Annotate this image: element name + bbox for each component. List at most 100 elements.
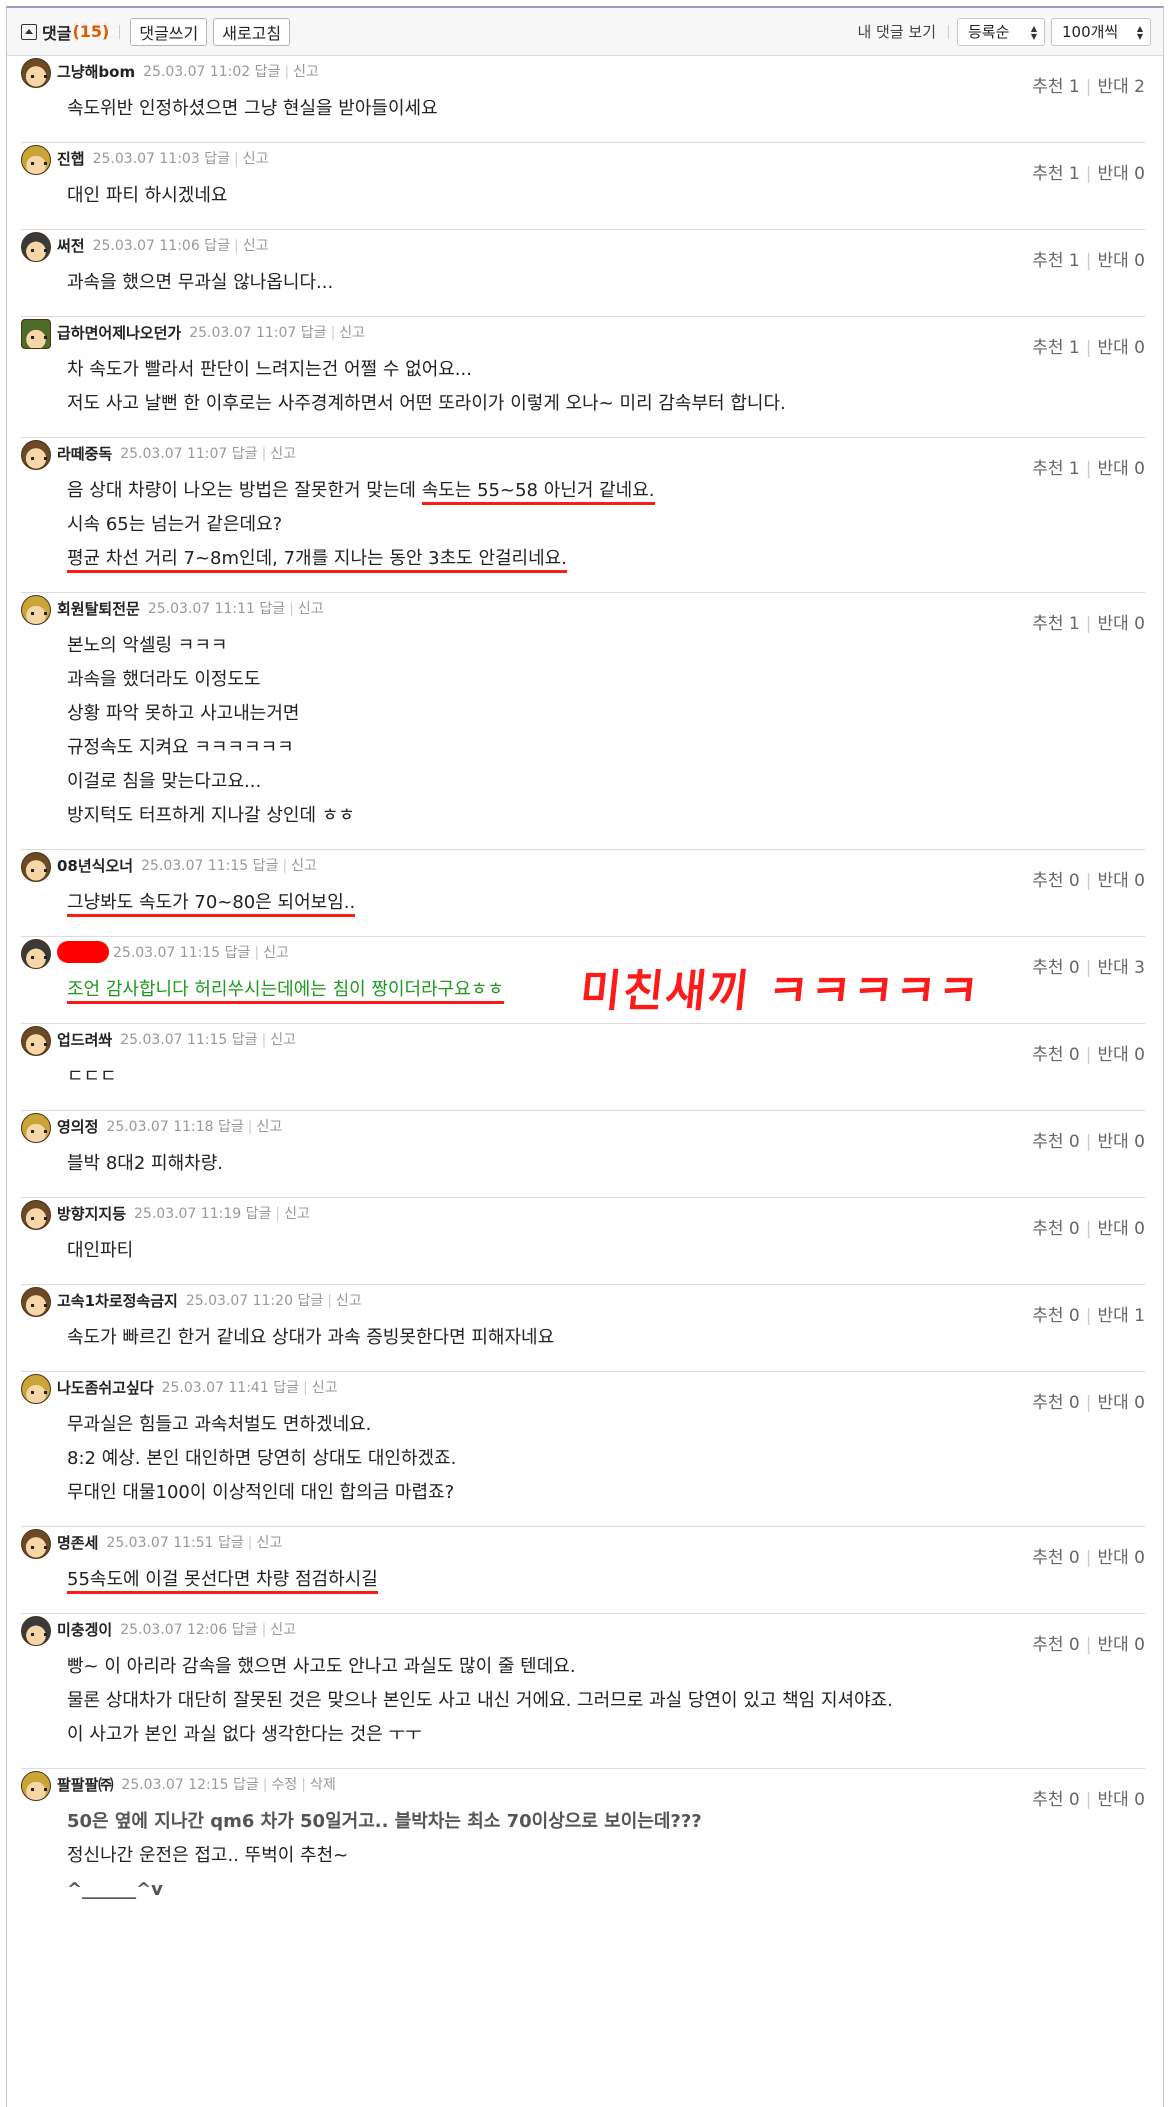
comment-author[interactable]: 그냥해bom	[57, 61, 135, 82]
my-comments-link[interactable]: 내 댓글 보기	[857, 21, 936, 42]
comment-author[interactable]: 08년식오너	[57, 855, 133, 876]
upvote-button[interactable]: 추천 1	[1032, 77, 1080, 97]
avatar[interactable]	[21, 145, 51, 175]
avatar[interactable]	[21, 852, 51, 882]
downvote-button[interactable]: 반대 0	[1097, 1548, 1145, 1568]
upvote-button[interactable]: 추천 1	[1032, 459, 1080, 479]
avatar[interactable]	[21, 1113, 51, 1143]
downvote-button[interactable]: 반대 0	[1097, 338, 1145, 358]
upvote-button[interactable]: 추천 1	[1032, 164, 1080, 184]
downvote-button[interactable]: 반대 0	[1097, 459, 1145, 479]
edit-link[interactable]: 수정	[271, 1777, 297, 1793]
avatar[interactable]	[21, 1200, 51, 1230]
report-link[interactable]: 신고	[336, 1293, 362, 1309]
avatar[interactable]	[21, 319, 51, 349]
comment-author[interactable]: 미충겡이	[57, 1619, 112, 1640]
downvote-button[interactable]: 반대 0	[1097, 251, 1145, 271]
upvote-button[interactable]: 추천 1	[1032, 338, 1080, 358]
comment-author[interactable]: 진햅	[57, 148, 85, 169]
reply-link[interactable]: 답글	[259, 601, 285, 617]
collapse-toggle-icon[interactable]	[21, 23, 37, 40]
upvote-button[interactable]: 추천 0	[1032, 1790, 1080, 1810]
comment-author[interactable]: 영의정	[57, 1116, 98, 1137]
upvote-button[interactable]: 추천 0	[1032, 1635, 1080, 1655]
avatar[interactable]	[21, 1529, 51, 1559]
reply-link[interactable]: 답글	[297, 1293, 323, 1309]
reply-link[interactable]: 답글	[218, 1119, 244, 1135]
upvote-button[interactable]: 추천 0	[1032, 871, 1080, 891]
downvote-button[interactable]: 반대 3	[1097, 958, 1145, 978]
downvote-button[interactable]: 반대 0	[1097, 871, 1145, 891]
reply-link[interactable]: 답글	[204, 238, 230, 254]
report-link[interactable]: 신고	[312, 1380, 338, 1396]
report-link[interactable]: 신고	[293, 64, 319, 80]
report-link[interactable]: 신고	[263, 945, 289, 961]
per-page-select[interactable]: 100개씩 ▲ ▼	[1051, 17, 1151, 46]
upvote-button[interactable]: 추천 0	[1032, 1548, 1080, 1568]
upvote-button[interactable]: 추천 0	[1032, 1393, 1080, 1413]
report-link[interactable]: 신고	[284, 1206, 310, 1222]
upvote-button[interactable]: 추천 1	[1032, 614, 1080, 634]
downvote-button[interactable]: 반대 0	[1097, 164, 1145, 184]
report-link[interactable]: 신고	[291, 858, 317, 874]
report-link[interactable]: 신고	[339, 325, 365, 341]
reply-link[interactable]: 답글	[218, 1535, 244, 1551]
upvote-button[interactable]: 추천 0	[1032, 1045, 1080, 1065]
avatar[interactable]	[21, 1287, 51, 1317]
avatar[interactable]	[21, 58, 51, 88]
downvote-button[interactable]: 반대 2	[1097, 77, 1145, 97]
avatar[interactable]	[21, 939, 51, 969]
downvote-button[interactable]: 반대 0	[1097, 1132, 1145, 1152]
avatar[interactable]	[21, 1771, 51, 1801]
reply-link[interactable]: 답글	[301, 325, 327, 341]
comment-author[interactable]: 써전	[57, 235, 85, 256]
upvote-button[interactable]: 추천 0	[1032, 1219, 1080, 1239]
avatar[interactable]	[21, 595, 51, 625]
report-link[interactable]: 신고	[256, 1119, 282, 1135]
reply-link[interactable]: 답글	[232, 446, 258, 462]
report-link[interactable]: 신고	[270, 1032, 296, 1048]
delete-link[interactable]: 삭제	[310, 1777, 336, 1793]
comment-author[interactable]: 고속1차로정속금지	[57, 1290, 178, 1311]
comment-author[interactable]: 명존세	[57, 1532, 98, 1553]
comment-author[interactable]: 방향지지등	[57, 1203, 126, 1224]
comment-author[interactable]: 급하면어제나오던가	[57, 322, 181, 343]
write-comment-button[interactable]: 댓글쓰기	[130, 17, 208, 46]
comment-author[interactable]: 업드려쏴	[57, 1029, 112, 1050]
downvote-button[interactable]: 반대 1	[1097, 1306, 1145, 1326]
reply-link[interactable]: 답글	[204, 151, 230, 167]
comment-author[interactable]: 회원탈퇴전문	[57, 598, 140, 619]
comment-author[interactable]: 팔팔팔㈜	[57, 1774, 113, 1795]
upvote-button[interactable]: 추천 1	[1032, 251, 1080, 271]
reply-link[interactable]: 답글	[232, 1032, 258, 1048]
downvote-button[interactable]: 반대 0	[1097, 1635, 1145, 1655]
reply-link[interactable]: 답글	[232, 1622, 258, 1638]
report-link[interactable]: 신고	[270, 1622, 296, 1638]
avatar[interactable]	[21, 1026, 51, 1056]
downvote-button[interactable]: 반대 0	[1097, 1790, 1145, 1810]
report-link[interactable]: 신고	[243, 151, 269, 167]
refresh-button[interactable]: 새로고침	[213, 17, 291, 46]
upvote-button[interactable]: 추천 0	[1032, 958, 1080, 978]
avatar[interactable]	[21, 1616, 51, 1646]
downvote-button[interactable]: 반대 0	[1097, 1393, 1145, 1413]
upvote-button[interactable]: 추천 0	[1032, 1132, 1080, 1152]
reply-link[interactable]: 답글	[246, 1206, 272, 1222]
report-link[interactable]: 신고	[270, 446, 296, 462]
downvote-button[interactable]: 반대 0	[1097, 1219, 1145, 1239]
report-link[interactable]: 신고	[243, 238, 269, 254]
reply-link[interactable]: 답글	[255, 64, 281, 80]
avatar[interactable]	[21, 1374, 51, 1404]
report-link[interactable]: 신고	[256, 1535, 282, 1551]
report-link[interactable]: 신고	[298, 601, 324, 617]
comment-author[interactable]: 라떼중독	[57, 443, 112, 464]
reply-link[interactable]: 답글	[253, 858, 279, 874]
downvote-button[interactable]: 반대 0	[1097, 1045, 1145, 1065]
avatar[interactable]	[21, 232, 51, 262]
sort-select[interactable]: 등록순 ▲ ▼	[957, 17, 1045, 46]
upvote-button[interactable]: 추천 0	[1032, 1306, 1080, 1326]
reply-link[interactable]: 답글	[273, 1380, 299, 1396]
reply-link[interactable]: 답글	[233, 1777, 259, 1793]
downvote-button[interactable]: 반대 0	[1097, 614, 1145, 634]
reply-link[interactable]: 답글	[225, 945, 251, 961]
